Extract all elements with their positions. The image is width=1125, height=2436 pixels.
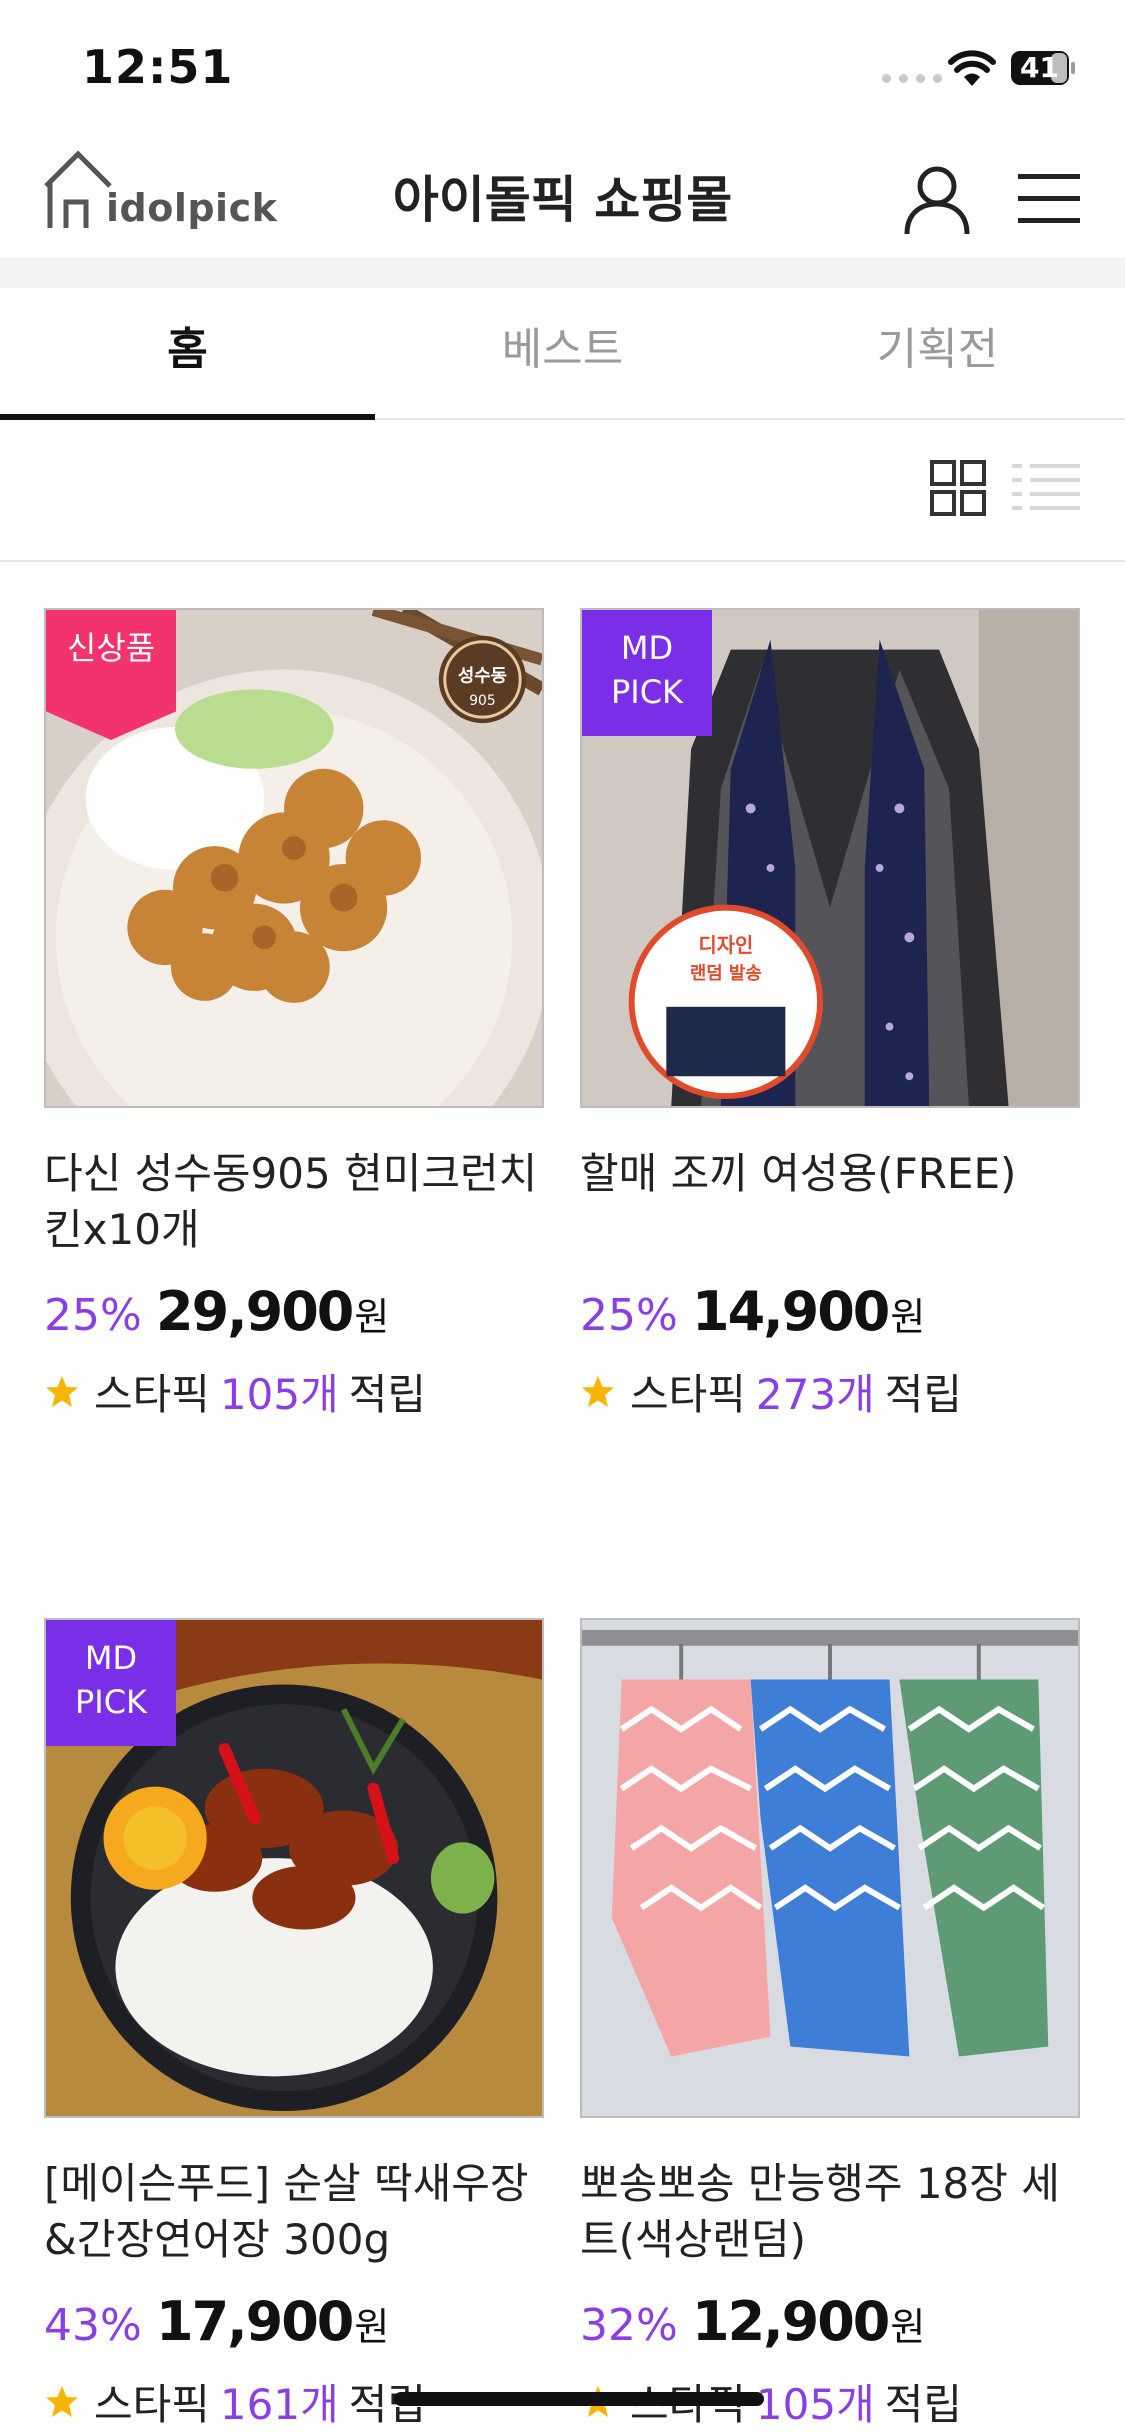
star-icon — [582, 1375, 614, 1407]
tab-best[interactable]: 베스트 — [375, 288, 750, 418]
battery-icon: 41 — [1010, 50, 1076, 86]
product-name-line2: 킨x10개 — [44, 1205, 200, 1254]
product-card[interactable]: 뽀송뽀송 만능행주 18장 세 트(색상랜덤) 32% 12,900 원 스타픽… — [580, 1618, 1080, 2432]
image-text-2: 905 — [469, 693, 495, 709]
badge-line2: PICK — [610, 673, 684, 711]
image-text-2: 랜덤 발송 — [690, 963, 762, 984]
currency: 원 — [354, 1295, 390, 1339]
cellular-signal-icon — [882, 74, 942, 83]
image-text-1: 디자인 — [698, 934, 753, 957]
price-row: 25% 29,900 원 — [44, 1280, 544, 1343]
product-image[interactable]: 성수동 905 신상품 — [44, 608, 544, 1108]
product-name[interactable]: 할매 조끼 여성용(FREE) — [580, 1146, 1080, 1258]
point-count: 273개 — [755, 1370, 875, 1419]
currency: 원 — [890, 2305, 926, 2349]
product-name-line1: 뽀송뽀송 만능행주 18장 세 — [580, 2159, 1060, 2208]
wifi-icon — [948, 50, 996, 86]
point-suffix: 적립 — [348, 1370, 427, 1419]
discount-rate: 32% — [580, 2300, 678, 2351]
product-image[interactable] — [580, 1618, 1080, 2118]
product-card[interactable]: 성수동 905 신상품 다신 성수동905 현미크런치 킨x10개 25% 29… — [44, 608, 544, 1422]
discount-rate: 25% — [44, 1290, 142, 1341]
product-card[interactable]: MD PICK [메이슨푸드] 순살 딱새우장 &간장연어장 300g 43% … — [44, 1618, 544, 2432]
product-name[interactable]: 다신 성수동905 현미크런치 킨x10개 — [44, 1146, 544, 1258]
header-divider — [0, 258, 1125, 288]
price-row: 32% 12,900 원 — [580, 2290, 1080, 2353]
list-view-icon[interactable] — [1012, 462, 1080, 514]
point-label: 스타픽 — [630, 1370, 746, 1419]
product-name-line1: [메이슨푸드] 순살 딱새우장 — [44, 2159, 529, 2208]
point-row: 스타픽 105개 적립 — [44, 1361, 544, 1422]
price: 29,900 — [156, 1280, 354, 1343]
price-row: 43% 17,900 원 — [44, 2290, 544, 2353]
product-image[interactable]: MD PICK — [44, 1618, 544, 2118]
product-card[interactable]: 디자인 랜덤 발송 MD PICK 할매 조끼 여성용(FREE) 25% 14… — [580, 608, 1080, 1422]
product-name-line2: &간장연어장 300g — [44, 2215, 391, 2264]
badge-line1: MD — [620, 629, 674, 667]
tab-home[interactable]: 홈 — [0, 288, 375, 420]
app-header: idolpick 아이돌픽 쇼핑몰 — [0, 132, 1125, 258]
battery-level: 41 — [1020, 51, 1059, 84]
product-name[interactable]: [메이슨푸드] 순살 딱새우장 &간장연어장 300g — [44, 2156, 544, 2268]
user-icon[interactable] — [902, 164, 972, 236]
hamburger-menu-icon[interactable] — [1018, 172, 1080, 226]
price: 12,900 — [692, 2290, 890, 2353]
badge-line1: MD — [84, 1639, 138, 1677]
md-pick-badge: MD PICK — [582, 610, 712, 736]
price: 14,900 — [692, 1280, 890, 1343]
view-toggle-row — [0, 420, 1125, 562]
tab-special[interactable]: 기획전 — [750, 288, 1125, 418]
image-text-1: 성수동 — [458, 665, 507, 686]
point-label: 스타픽 — [94, 2380, 210, 2429]
price-row: 25% 14,900 원 — [580, 1280, 1080, 1343]
point-suffix: 적립 — [884, 1370, 963, 1419]
status-bar: 12:51 41 — [0, 0, 1125, 132]
product-name[interactable]: 뽀송뽀송 만능행주 18장 세 트(색상랜덤) — [580, 2156, 1080, 2268]
discount-rate: 43% — [44, 2300, 142, 2351]
point-row: 스타픽 273개 적립 — [580, 1361, 1080, 1422]
star-icon — [46, 1375, 78, 1407]
grid-view-icon[interactable] — [930, 460, 986, 516]
product-name-line1: 할매 조끼 여성용(FREE) — [580, 1149, 1017, 1198]
product-image[interactable]: 디자인 랜덤 발송 MD PICK — [580, 608, 1080, 1108]
product-name-line1: 다신 성수동905 현미크런치 — [44, 1149, 538, 1198]
star-icon — [46, 2385, 78, 2417]
category-tabs: 홈 베스트 기획전 — [0, 288, 1125, 420]
price: 17,900 — [156, 2290, 354, 2353]
point-suffix: 적립 — [884, 2380, 963, 2429]
status-time: 12:51 — [82, 40, 234, 94]
point-label: 스타픽 — [94, 1370, 210, 1419]
md-pick-badge: MD PICK — [46, 1620, 176, 1746]
discount-rate: 25% — [580, 1290, 678, 1341]
point-count: 105개 — [755, 2380, 875, 2429]
point-count: 105개 — [219, 1370, 339, 1419]
currency: 원 — [354, 2305, 390, 2349]
home-indicator[interactable] — [394, 2392, 764, 2406]
badge-line2: PICK — [74, 1683, 148, 1721]
product-name-line2: 트(색상랜덤) — [580, 2215, 806, 2264]
point-count: 161개 — [219, 2380, 339, 2429]
currency: 원 — [890, 1295, 926, 1339]
